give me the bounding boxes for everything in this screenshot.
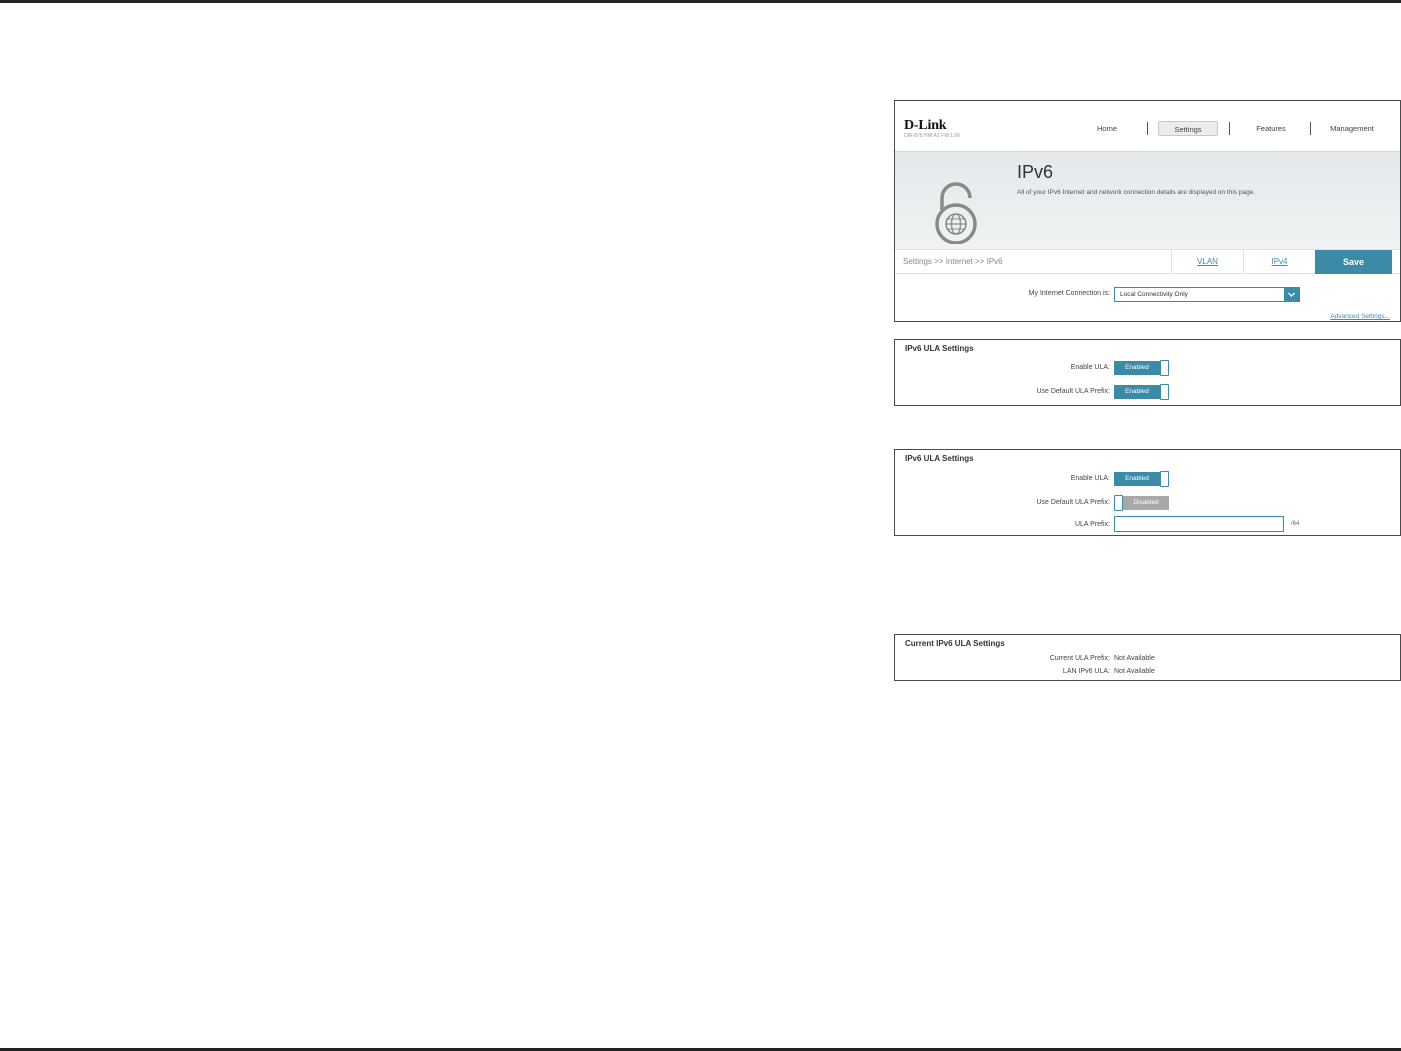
nav-settings[interactable]: Settings [1158, 121, 1218, 136]
toggle-knob [1114, 495, 1123, 511]
default-ula-prefix-toggle[interactable]: Enabled [1114, 384, 1169, 400]
save-button[interactable]: Save [1315, 250, 1392, 274]
vlan-link[interactable]: VLAN [1171, 250, 1243, 274]
page-description: All of your IPv6 Internet and network co… [1017, 189, 1256, 196]
default-ula-prefix-toggle[interactable]: Disabled [1114, 495, 1169, 511]
unlocked-padlock-globe-icon [935, 182, 977, 244]
connection-type-value: Local Connectivity Only [1120, 291, 1188, 298]
enable-ula-label: Enable ULA: [1070, 475, 1110, 482]
toggle-knob [1160, 384, 1169, 400]
connection-type-select[interactable]: Local Connectivity Only [1114, 287, 1300, 302]
nav-separator [1147, 122, 1148, 135]
nav-home[interactable]: Home [1085, 121, 1129, 136]
current-ula-settings-box: Current IPv6 ULA Settings Current ULA Pr… [894, 634, 1401, 681]
ula-settings-box-custom: IPv6 ULA Settings Enable ULA: Enabled Us… [894, 449, 1401, 536]
model-info: DIR-878 HW:A1 FW:1.00 [904, 133, 960, 139]
section-title: Current IPv6 ULA Settings [905, 639, 1005, 648]
lan-ipv6-ula-label: LAN IPv6 ULA: [1062, 668, 1110, 675]
toggle-knob [1160, 360, 1169, 376]
enable-ula-label: Enable ULA: [1070, 364, 1110, 371]
router-panel: D-Link DIR-878 HW:A1 FW:1.00 Home Settin… [894, 100, 1401, 322]
toggle-state: Enabled [1114, 361, 1160, 375]
ula-settings-box-default: IPv6 ULA Settings Enable ULA: Enabled Us… [894, 339, 1401, 406]
default-ula-prefix-label: Use Default ULA Prefix: [1036, 499, 1110, 506]
page-top-rule [0, 0, 1401, 3]
current-ula-prefix-label: Current ULA Prefix: [1049, 655, 1110, 662]
page-banner: IPv6 All of your IPv6 Internet and netwo… [895, 152, 1400, 249]
nav-separator [1229, 122, 1230, 135]
toggle-state: Enabled [1114, 472, 1160, 486]
nav-management[interactable]: Management [1320, 121, 1384, 136]
connection-type-label: My Internet Connection is: [1028, 290, 1110, 297]
chevron-down-icon[interactable] [1284, 288, 1299, 301]
toolbar: Settings >> Internet >> IPv6 VLAN IPv4 S… [895, 249, 1400, 274]
page-title: IPv6 [1017, 162, 1054, 182]
ipv4-link[interactable]: IPv4 [1243, 250, 1315, 274]
ula-prefix-input[interactable] [1114, 516, 1284, 532]
toggle-knob [1160, 471, 1169, 487]
ula-prefix-label: ULA Prefix: [1074, 521, 1110, 528]
section-title: IPv6 ULA Settings [905, 344, 974, 353]
breadcrumb: Settings >> Internet >> IPv6 [903, 257, 1003, 266]
current-ula-prefix-value: Not Available [1114, 655, 1155, 662]
router-header: D-Link DIR-878 HW:A1 FW:1.00 Home Settin… [895, 101, 1400, 152]
default-ula-prefix-label: Use Default ULA Prefix: [1036, 388, 1110, 395]
ula-prefix-suffix: /64 [1291, 521, 1300, 527]
section-title: IPv6 ULA Settings [905, 454, 974, 463]
enable-ula-toggle[interactable]: Enabled [1114, 360, 1169, 376]
lan-ipv6-ula-value: Not Available [1114, 668, 1155, 675]
toggle-state: Disabled [1123, 496, 1169, 510]
nav-features[interactable]: Features [1243, 121, 1299, 136]
nav-separator [1310, 122, 1311, 135]
toggle-state: Enabled [1114, 385, 1160, 399]
dlink-logo: D-Link [904, 118, 947, 133]
advanced-settings-link[interactable]: Advanced Settings... [1330, 313, 1390, 320]
enable-ula-toggle[interactable]: Enabled [1114, 471, 1169, 487]
